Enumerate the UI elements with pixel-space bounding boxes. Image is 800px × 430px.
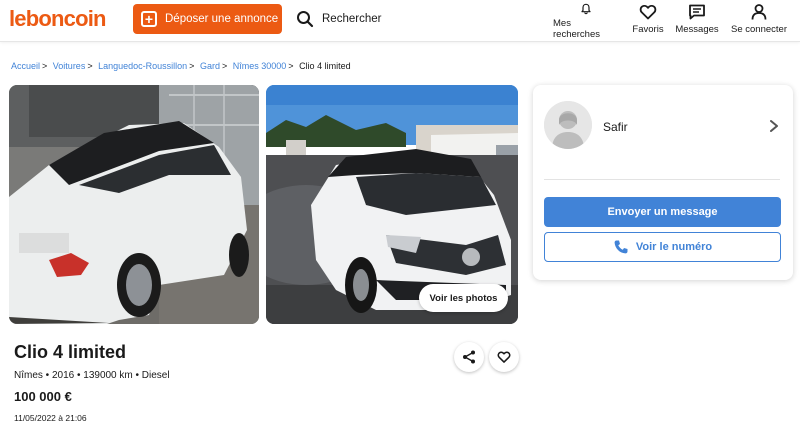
- search-button[interactable]: Rechercher: [296, 8, 381, 30]
- share-button[interactable]: [454, 342, 484, 372]
- see-photos-button[interactable]: Voir les photos: [419, 284, 508, 312]
- send-message-button[interactable]: Envoyer un message: [544, 197, 781, 227]
- message-icon: [689, 4, 705, 20]
- avatar: [544, 101, 592, 149]
- breadcrumb-department[interactable]: Gard: [200, 61, 220, 71]
- nav-saved-searches[interactable]: Mes recherches: [553, 2, 619, 40]
- listing-date: 11/05/2022 à 21:06: [14, 413, 87, 423]
- user-icon: [751, 4, 767, 20]
- seller-name: Safir: [603, 120, 628, 134]
- heart-icon: [497, 351, 511, 363]
- nav-messages[interactable]: Messages: [675, 2, 719, 40]
- nav-favorites-label: Favoris: [632, 24, 664, 35]
- bell-icon: [581, 3, 591, 15]
- site-header: leboncoin + Déposer une annonce Recherch…: [0, 0, 800, 42]
- share-icon: [463, 350, 475, 364]
- listing-specs: Nîmes • 2016 • 139000 km • Diesel: [14, 370, 170, 381]
- favorite-button[interactable]: [489, 342, 519, 372]
- heart-icon: [639, 4, 657, 20]
- breadcrumb-city[interactable]: Nîmes 30000: [233, 61, 287, 71]
- post-ad-button[interactable]: + Déposer une annonce: [133, 4, 282, 34]
- search-icon: [297, 11, 314, 28]
- phone-icon: [614, 240, 628, 254]
- nav-login[interactable]: Se connecter: [730, 2, 788, 40]
- car-photo-rear[interactable]: [9, 85, 259, 324]
- post-ad-label: Déposer une annonce: [165, 13, 279, 25]
- search-label: Rechercher: [322, 13, 382, 25]
- breadcrumb: Accueil > Voitures > Languedoc-Roussillon >…: [11, 61, 351, 71]
- site-logo[interactable]: leboncoin: [9, 6, 107, 32]
- show-phone-button[interactable]: Voir le numéro: [544, 232, 781, 262]
- listing-title: Clio 4 limited: [14, 342, 127, 362]
- breadcrumb-cars[interactable]: Voitures: [53, 61, 86, 71]
- nav-saved-searches-label: Mes recherches: [553, 18, 600, 40]
- nav-messages-label: Messages: [675, 24, 719, 35]
- breadcrumb-region[interactable]: Languedoc-Roussillon: [98, 61, 187, 71]
- nav-favorites[interactable]: Favoris: [629, 2, 667, 40]
- plus-icon: +: [141, 11, 157, 27]
- breadcrumb-home[interactable]: Accueil: [11, 61, 40, 71]
- chevron-right-icon: [770, 120, 778, 132]
- listing-price: 100 000 €: [14, 389, 72, 404]
- divider: [544, 179, 780, 180]
- show-phone-label: Voir le numéro: [635, 241, 713, 253]
- seller-profile-link[interactable]: Safir: [533, 85, 793, 167]
- seller-card: Safir Envoyer un message Voir le numéro: [533, 85, 793, 280]
- nav-login-label: Se connecter: [731, 24, 787, 35]
- breadcrumb-current: Clio 4 limited: [299, 61, 351, 71]
